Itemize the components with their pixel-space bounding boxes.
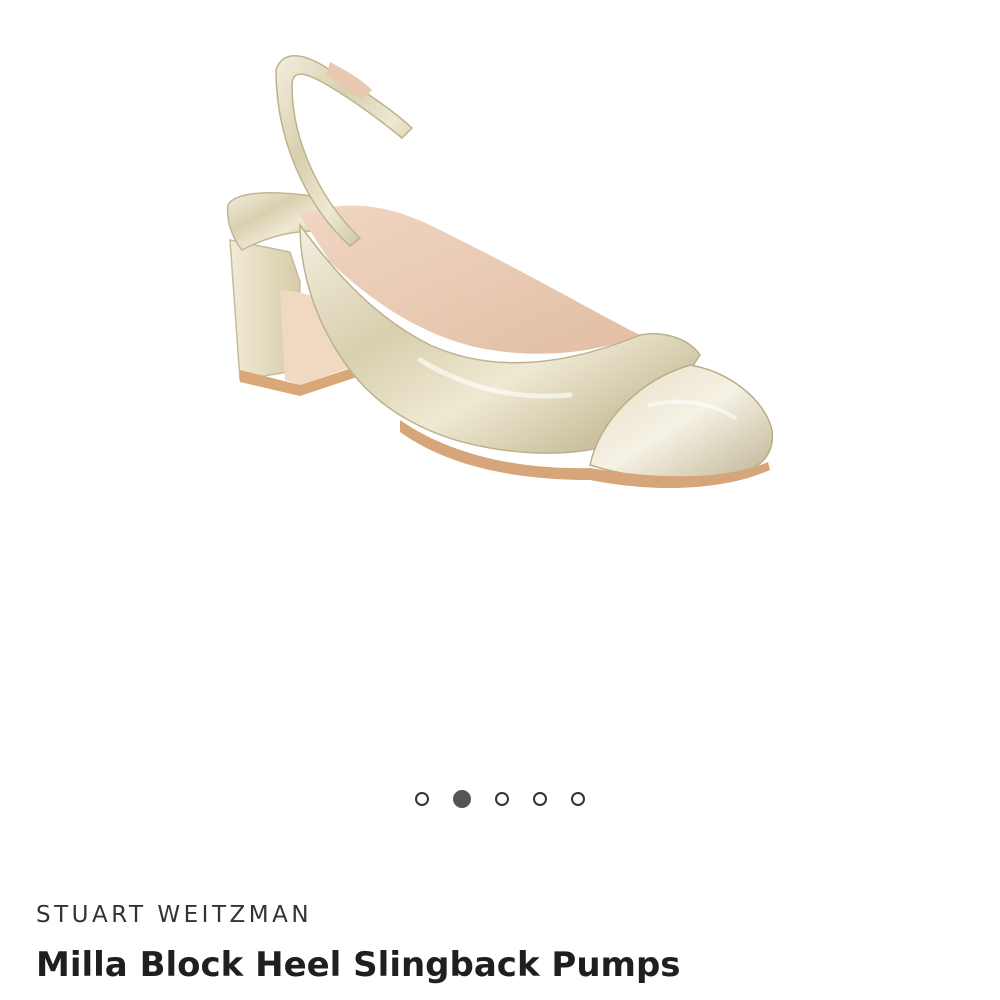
product-image[interactable]	[0, 0, 1000, 770]
product-title: Milla Block Heel Slingback Pumps	[36, 945, 681, 985]
gallery-dot-1[interactable]	[415, 792, 429, 806]
gallery-dot-4[interactable]	[533, 792, 547, 806]
gallery-pagination	[0, 789, 1000, 809]
gallery-dot-3[interactable]	[495, 792, 509, 806]
gallery-dot-5[interactable]	[571, 792, 585, 806]
product-image-gallery[interactable]	[0, 0, 1000, 770]
brand-name-link[interactable]: STUART WEITZMAN	[36, 902, 312, 928]
gallery-dot-2-active[interactable]	[453, 790, 471, 808]
